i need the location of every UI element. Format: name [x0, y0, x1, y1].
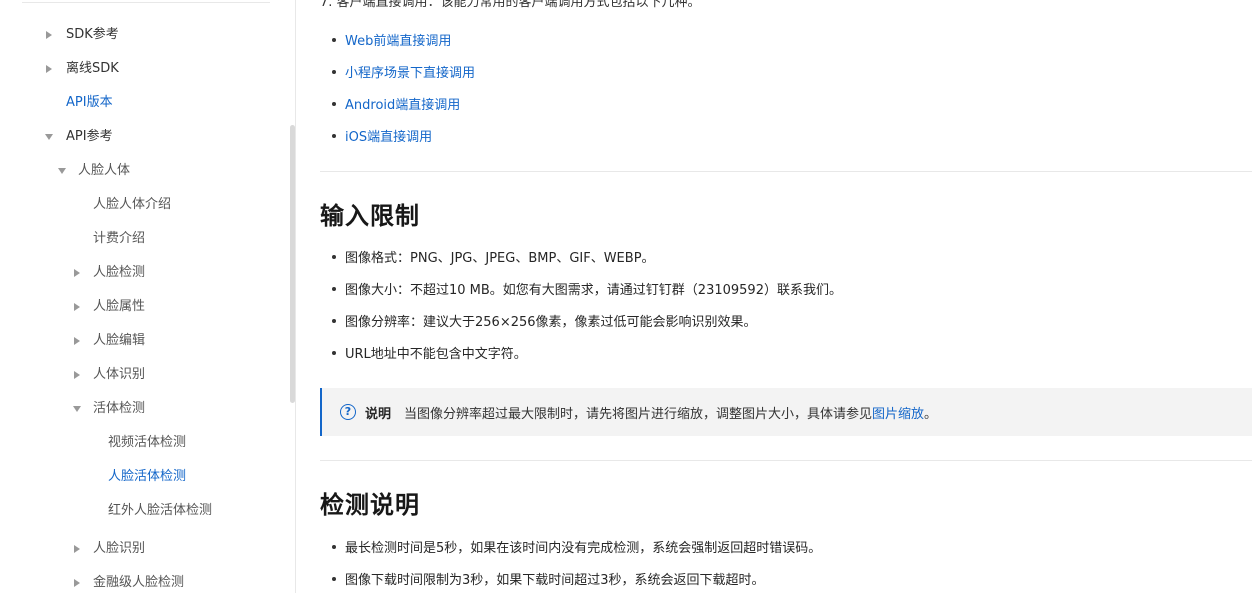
- divider: [320, 460, 1252, 461]
- list-item: 最长检测时间是5秒，如果在该时间内没有完成检测，系统会强制返回超时错误码。: [345, 541, 822, 556]
- sidebar-item-liveness-detection[interactable]: 活体检测: [93, 397, 145, 421]
- sidebar-item-offline-sdk[interactable]: 离线SDK: [66, 57, 119, 81]
- sidebar-scrollbar[interactable]: [290, 125, 295, 403]
- sidebar-item-face-editing[interactable]: 人脸编辑: [93, 329, 145, 353]
- bullet: [332, 577, 336, 581]
- bullet: [332, 545, 336, 549]
- list-item: 图像格式：PNG、JPG、JPEG、BMP、GIF、WEBP。: [345, 251, 655, 266]
- sidebar-item-face-body-intro[interactable]: 人脸人体介绍: [93, 193, 171, 217]
- chevron-right-icon[interactable]: [74, 371, 80, 379]
- note-callout: ? 说明 当图像分辨率超过最大限制时，请先将图片进行缩放，调整图片大小，具体请参…: [320, 388, 1252, 436]
- note-end: 。: [924, 407, 938, 422]
- web-call-link[interactable]: Web前端直接调用: [345, 30, 451, 49]
- section-title-input-limits: 输入限制: [320, 202, 420, 230]
- cut-off-text: 7. 客户端直接调用：该能力常用的客户端调用方式包括以下几种。: [320, 0, 701, 10]
- sidebar-item-api-reference[interactable]: API参考: [66, 125, 113, 149]
- sidebar-item-sdk-reference[interactable]: SDK参考: [66, 23, 119, 47]
- section-title-detection-notes: 检测说明: [320, 491, 420, 519]
- list-item: 图像大小：不超过10 MB。如您有大图需求，请通过钉钉群（23109592）联系…: [345, 283, 842, 298]
- list-item: 图像下载时间限制为3秒，如果下载时间超过3秒，系统会返回下载超时。: [345, 573, 765, 588]
- list-item: 图像分辨率：建议大于256×256像素，像素过低可能会影响识别效果。: [345, 315, 757, 330]
- sidebar-item-infrared-liveness[interactable]: 红外人脸活体检测: [108, 499, 212, 523]
- chevron-right-icon[interactable]: [74, 579, 80, 587]
- bullet: [332, 70, 336, 74]
- bullet: [332, 319, 336, 323]
- list-item: URL地址中不能包含中文字符。: [345, 347, 527, 362]
- sidebar-item-face-recognition[interactable]: 人脸识别: [93, 537, 145, 561]
- chevron-right-icon[interactable]: [74, 337, 80, 345]
- sidebar-item-body-recognition[interactable]: 人体识别: [93, 363, 145, 387]
- sidebar-item-financial-face-detection[interactable]: 金融级人脸检测: [93, 571, 184, 593]
- sidebar-item-face-body[interactable]: 人脸人体: [78, 159, 130, 183]
- chevron-right-icon[interactable]: [74, 545, 80, 553]
- android-call-link[interactable]: Android端直接调用: [345, 94, 460, 113]
- help-circle-icon: ?: [340, 404, 356, 420]
- sidebar-item-face-attributes[interactable]: 人脸属性: [93, 295, 145, 319]
- note-text: 当图像分辨率超过最大限制时，请先将图片进行缩放，调整图片大小，具体请参见图片缩放…: [404, 403, 937, 422]
- chevron-right-icon[interactable]: [46, 31, 52, 39]
- bullet: [332, 38, 336, 42]
- image-resize-link[interactable]: 图片缩放: [872, 407, 924, 422]
- bullet: [332, 287, 336, 291]
- bullet: [332, 102, 336, 106]
- bullet: [332, 351, 336, 355]
- sidebar-item-api-version[interactable]: API版本: [66, 91, 113, 115]
- divider: [22, 2, 270, 3]
- bullet: [332, 255, 336, 259]
- chevron-down-icon[interactable]: [73, 406, 81, 412]
- sidebar-item-face-liveness[interactable]: 人脸活体检测: [108, 465, 186, 489]
- chevron-right-icon[interactable]: [74, 269, 80, 277]
- main-content: 7. 客户端直接调用：该能力常用的客户端调用方式包括以下几种。 Web前端直接调…: [296, 0, 1252, 593]
- chevron-down-icon[interactable]: [58, 168, 66, 174]
- sidebar-item-video-liveness[interactable]: 视频活体检测: [108, 431, 186, 455]
- chevron-right-icon[interactable]: [46, 65, 52, 73]
- sidebar-item-face-detection[interactable]: 人脸检测: [93, 261, 145, 285]
- miniprogram-call-link[interactable]: 小程序场景下直接调用: [345, 62, 475, 81]
- divider: [320, 171, 1252, 172]
- chevron-right-icon[interactable]: [74, 303, 80, 311]
- ios-call-link[interactable]: iOS端直接调用: [345, 126, 432, 145]
- note-label: 说明: [365, 407, 392, 422]
- sidebar-nav: SDK参考 离线SDK API版本 API参考 人脸人体 人脸人体介绍 计费介绍…: [0, 0, 296, 593]
- chevron-down-icon[interactable]: [45, 134, 53, 140]
- note-body: 当图像分辨率超过最大限制时，请先将图片进行缩放，调整图片大小，具体请参见: [404, 407, 873, 422]
- bullet: [332, 134, 336, 138]
- sidebar-item-billing[interactable]: 计费介绍: [93, 227, 145, 251]
